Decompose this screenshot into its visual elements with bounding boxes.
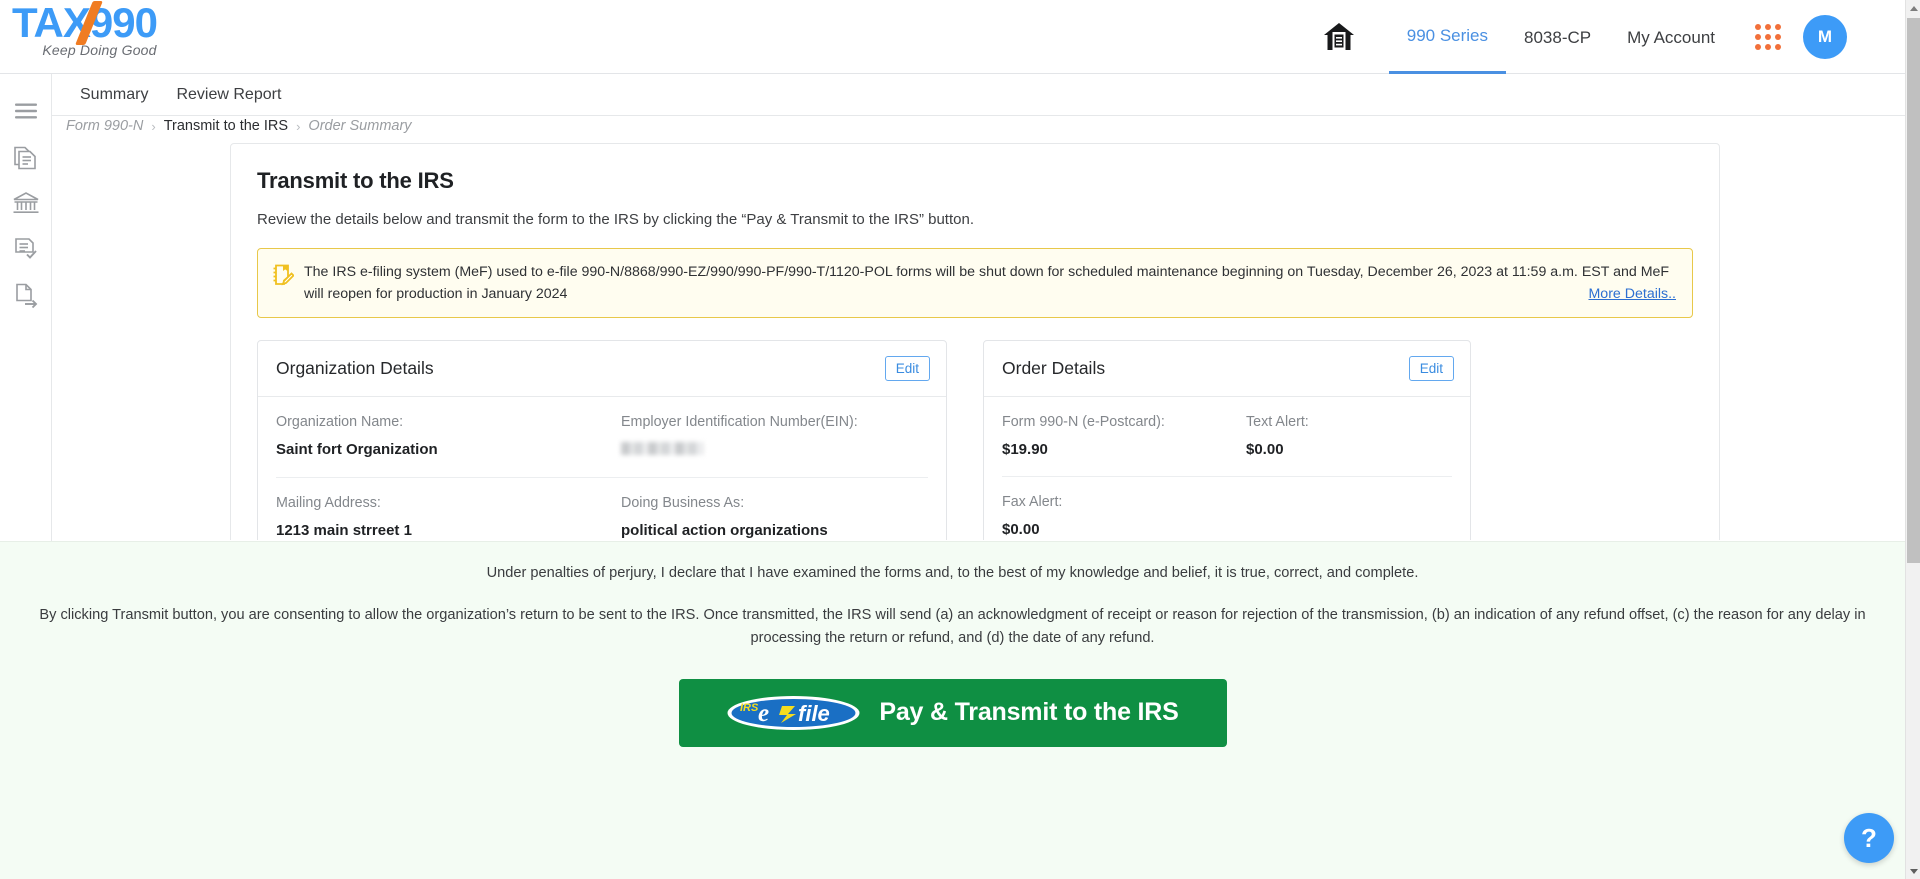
breadcrumb-separator-icon: › [296, 118, 301, 134]
svg-text:e: e [758, 700, 769, 727]
order-details-body: Form 990-N (e-Postcard): $19.90 Text Ale… [984, 397, 1470, 540]
field-value: 1213 main strreet 1 california, CA 93501 [276, 521, 412, 539]
tab-review-report[interactable]: Review Report [162, 74, 295, 116]
field-ein: Employer Identification Number(EIN): [621, 414, 928, 462]
field-empty [1246, 494, 1452, 540]
logo-wordmark: TAX990 [12, 0, 187, 46]
field-label: Fax Alert: [1002, 493, 1063, 510]
field-label: Organization Name: [276, 414, 404, 430]
notepad-pencil-icon [272, 263, 295, 305]
alert-message: The IRS e-filing system (MeF) used to e-… [304, 264, 1670, 302]
home-icon[interactable] [1323, 22, 1355, 52]
field-label: Employer Identification Number(EIN): [621, 414, 858, 430]
transmit-footer: Under penalties of perjury, I declare th… [0, 541, 1905, 879]
breadcrumb-item-form-990n[interactable]: Form 990-N [66, 118, 143, 134]
breadcrumb-separator-icon: › [151, 118, 156, 134]
nav-item-my-account[interactable]: My Account [1609, 2, 1733, 73]
maintenance-alert-banner: The IRS e-filing system (MeF) used to e-… [257, 248, 1693, 318]
logo-text-part1: TA [12, 0, 64, 46]
order-details-edit-button[interactable]: Edit [1408, 356, 1454, 381]
organization-details-body: Organization Name: Saint fort Organizati… [258, 397, 946, 540]
tab-strip: Summary Review Report [52, 74, 1905, 116]
field-label: Form 990-N (e-Postcard): [1002, 414, 1165, 430]
nav-label: My Account [1627, 27, 1715, 47]
tab-summary[interactable]: Summary [66, 74, 162, 116]
field-value: $19.90 [1002, 441, 1048, 458]
document-copy-icon[interactable] [0, 134, 52, 180]
scrollbar-thumb[interactable] [1907, 18, 1920, 563]
field-doing-business-as: Doing Business As: political action orga… [621, 495, 928, 540]
pay-and-transmit-label: Pay & Transmit to the IRS [879, 698, 1179, 727]
breadcrumb: Form 990-N › Transmit to the IRS › Order… [66, 118, 412, 134]
breadcrumb-item-order-summary[interactable]: Order Summary [308, 118, 411, 134]
organization-details-edit-button[interactable]: Edit [884, 356, 930, 381]
table-row: Form 990-N (e-Postcard): $19.90 Text Ale… [1002, 397, 1452, 477]
page-scrollbar[interactable] [1905, 0, 1920, 879]
bank-institution-icon[interactable] [0, 180, 52, 226]
page-subtitle: Review the details below and transmit th… [257, 211, 974, 228]
field-text-alert-price: Text Alert: $0.00 [1246, 414, 1452, 461]
apps-grid-icon[interactable] [1755, 24, 1781, 50]
consent-statement: By clicking Transmit button, you are con… [39, 606, 1866, 647]
field-form-990n-price: Form 990-N (e-Postcard): $19.90 [1002, 414, 1246, 461]
field-organization-name: Organization Name: Saint fort Organizati… [276, 414, 621, 462]
more-details-link[interactable]: More Details.. [1588, 283, 1676, 305]
scrollbar-up-arrow-icon[interactable] [1906, 0, 1920, 16]
field-mailing-address: Mailing Address: 1213 main strreet 1 cal… [276, 495, 621, 540]
document-export-icon[interactable] [0, 272, 52, 318]
perjury-statement: Under penalties of perjury, I declare th… [486, 565, 1419, 581]
field-value-redacted [621, 439, 928, 462]
order-details-card: Order Details Edit Form 990-N (e-Postcar… [983, 340, 1471, 540]
tax990-logo[interactable]: TAX990 Keep Doing Good [12, 0, 187, 58]
table-row: Fax Alert: $0.00 [1002, 477, 1452, 540]
table-row: Mailing Address: 1213 main strreet 1 cal… [276, 478, 928, 540]
svg-text:IRS: IRS [740, 702, 759, 714]
field-label: Doing Business As: [621, 494, 745, 511]
field-fax-alert-price: Fax Alert: $0.00 [1002, 494, 1246, 540]
nav-label: 8038-CP [1524, 27, 1592, 47]
field-label: Text Alert: [1246, 414, 1309, 430]
main-content-scroll-area[interactable]: Transmit to the IRS Review the details b… [52, 140, 1905, 540]
nav-item-990-series[interactable]: 990 Series [1388, 0, 1507, 74]
detail-cards-row: Organization Details Edit Organization N… [257, 340, 1693, 540]
field-value: Saint fort Organization [276, 441, 438, 458]
field-value: $0.00 [1246, 441, 1284, 458]
order-details-header: Order Details Edit [984, 341, 1470, 397]
organization-details-header: Organization Details Edit [258, 341, 946, 397]
tab-label: Summary [80, 85, 149, 103]
organization-details-card: Organization Details Edit Organization N… [257, 340, 947, 540]
tab-label: Review Report [176, 85, 282, 103]
document-check-icon[interactable] [0, 226, 52, 272]
breadcrumb-item-transmit-to-the-irs[interactable]: Transmit to the IRS [164, 118, 288, 134]
pay-and-transmit-button[interactable]: IRS e file Pay & Transmit to the IRS [678, 678, 1227, 747]
top-header-bar: TAX990 Keep Doing Good 990 Series 8038-C… [0, 0, 1905, 74]
app-root: TAX990 Keep Doing Good 990 Series 8038-C… [0, 0, 1920, 879]
field-value: $0.00 [1002, 520, 1040, 538]
question-mark-icon: ? [1861, 822, 1877, 853]
nav-item-8038-cp[interactable]: 8038-CP [1506, 2, 1609, 73]
field-value: political action organizations [621, 521, 828, 539]
organization-details-title: Organization Details [276, 358, 434, 378]
help-button[interactable]: ? [1844, 813, 1894, 863]
transmit-panel: Transmit to the IRS Review the details b… [230, 143, 1720, 540]
order-details-title: Order Details [1002, 358, 1106, 378]
page-title: Transmit to the IRS [257, 168, 454, 193]
hamburger-menu-icon[interactable] [0, 88, 52, 134]
table-row: Organization Name: Saint fort Organizati… [276, 397, 928, 478]
main-navigation: 990 Series 8038-CP My Account M [1323, 0, 1847, 74]
svg-text:file: file [798, 701, 830, 726]
nav-label: 990 Series [1406, 26, 1489, 45]
scrollbar-down-arrow-icon[interactable] [1906, 863, 1920, 879]
irs-efile-logo-icon: IRS e file [726, 694, 861, 732]
avatar-initial: M [1817, 27, 1833, 46]
field-label: Mailing Address: [276, 494, 381, 511]
alert-text-block: The IRS e-filing system (MeF) used to e-… [304, 261, 1676, 305]
avatar[interactable]: M [1803, 15, 1847, 59]
redacted-mask [621, 442, 703, 455]
